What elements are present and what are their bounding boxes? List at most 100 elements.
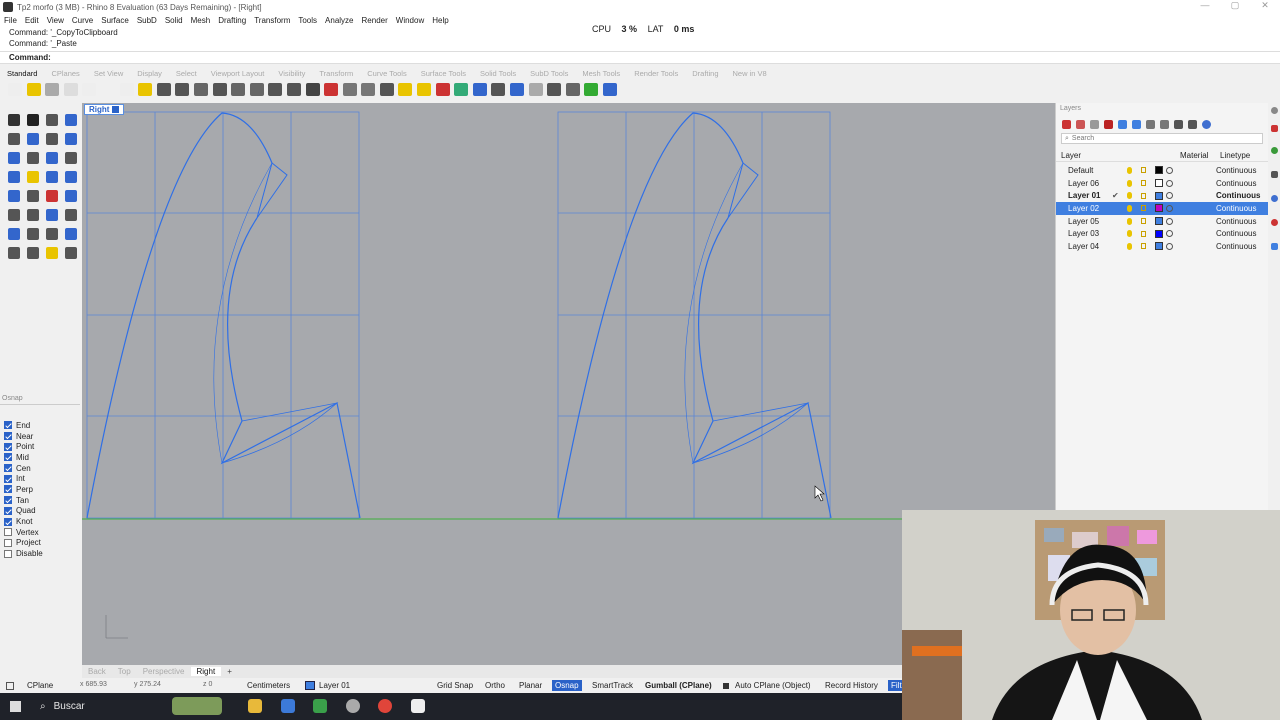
- dimension-icon[interactable]: [27, 228, 39, 240]
- print-icon[interactable]: [63, 82, 78, 96]
- document-icon[interactable]: [584, 82, 599, 96]
- grid-view-icon[interactable]: [1174, 120, 1183, 129]
- visibility-bulb-icon[interactable]: [1127, 217, 1132, 225]
- move-down-icon[interactable]: [1132, 120, 1141, 129]
- visibility-bulb-icon[interactable]: [1127, 242, 1132, 250]
- osnap-option[interactable]: End: [4, 420, 80, 431]
- close-button[interactable]: ✕: [1250, 0, 1280, 11]
- circle-icon[interactable]: [8, 133, 20, 145]
- cylinder-icon[interactable]: [8, 190, 20, 202]
- settings-icon[interactable]: [1271, 107, 1278, 114]
- osnap-checkbox[interactable]: [4, 464, 12, 473]
- material-icon[interactable]: [1166, 217, 1173, 225]
- maximize-button[interactable]: ▢: [1220, 0, 1250, 11]
- osnap-checkbox[interactable]: [4, 474, 12, 483]
- layer-color-swatch[interactable]: [1155, 179, 1163, 188]
- command-prompt[interactable]: Command:: [0, 51, 1280, 64]
- ellipse-icon[interactable]: [27, 133, 39, 145]
- osnap-checkbox[interactable]: [4, 442, 12, 451]
- toolbar-tab[interactable]: Standard: [0, 69, 44, 78]
- toolbar-tab[interactable]: Transform: [312, 69, 360, 78]
- display-tab-icon[interactable]: [1271, 171, 1278, 178]
- minimize-button[interactable]: —: [1190, 0, 1220, 11]
- filter-icon[interactable]: [1160, 120, 1169, 129]
- weather-widget-icon[interactable]: [172, 697, 222, 715]
- layer-linetype[interactable]: Continuous: [1216, 179, 1256, 188]
- viewport-tab[interactable]: Top: [112, 667, 137, 676]
- redo-icon[interactable]: [175, 82, 190, 96]
- material-icon[interactable]: [1166, 179, 1173, 187]
- layer-linetype[interactable]: Continuous: [1216, 217, 1256, 226]
- viewport-title-tab[interactable]: Right: [84, 104, 125, 115]
- column-linetype[interactable]: Linetype: [1220, 151, 1250, 160]
- toolbar-tab[interactable]: Drafting: [685, 69, 725, 78]
- light-icon[interactable]: [417, 82, 432, 96]
- layer-linetype[interactable]: Continuous: [1216, 229, 1256, 238]
- material-icon[interactable]: [1166, 166, 1173, 174]
- new-layer-icon[interactable]: [1062, 120, 1071, 129]
- layer-row[interactable]: Layer 06 Continuous: [1056, 177, 1268, 190]
- toolbar-tab[interactable]: New in V8: [726, 69, 774, 78]
- copy-object-icon[interactable]: [361, 82, 376, 96]
- lock-icon[interactable]: [1141, 205, 1146, 212]
- osnap-toggle[interactable]: Osnap: [552, 680, 582, 691]
- zoom-selected-icon[interactable]: [286, 82, 301, 96]
- group-icon[interactable]: [46, 247, 58, 259]
- add-viewport-icon[interactable]: +: [221, 667, 238, 676]
- trim-icon[interactable]: [27, 209, 39, 221]
- materials-tab-icon[interactable]: [1271, 243, 1278, 250]
- osnap-checkbox[interactable]: [4, 517, 12, 526]
- layer-row[interactable]: Layer 01 ✔ Continuous: [1056, 189, 1268, 202]
- osnap-checkbox[interactable]: [4, 453, 12, 462]
- layer-row[interactable]: Layer 03 Continuous: [1056, 227, 1268, 240]
- paste-icon[interactable]: [138, 82, 153, 96]
- import-icon[interactable]: [82, 82, 97, 96]
- gumball-toggle[interactable]: Gumball (CPlane): [645, 681, 712, 690]
- rotate-view-icon[interactable]: [212, 82, 227, 96]
- render-icon[interactable]: [435, 82, 450, 96]
- text-icon[interactable]: [8, 228, 20, 240]
- cone-icon[interactable]: [27, 190, 39, 202]
- toolbar-tab[interactable]: CPlanes: [44, 69, 86, 78]
- osnap-checkbox[interactable]: [4, 496, 12, 505]
- material-icon[interactable]: [454, 82, 469, 96]
- material-icon[interactable]: [1166, 192, 1173, 200]
- list-view-icon[interactable]: [1188, 120, 1197, 129]
- layer-linetype[interactable]: Continuous: [1216, 166, 1256, 175]
- viewport-tab[interactable]: Perspective: [137, 667, 191, 676]
- layer-color-swatch[interactable]: [1155, 217, 1163, 226]
- shaded-icon[interactable]: [510, 82, 525, 96]
- auto-cplane-toggle[interactable]: Auto CPlane (Object): [735, 681, 811, 690]
- status-layer[interactable]: Layer 01: [319, 681, 350, 690]
- polyline-icon[interactable]: [46, 114, 58, 126]
- menu-item[interactable]: Curve: [68, 16, 97, 25]
- lock-icon[interactable]: [1141, 167, 1146, 174]
- layer-color-swatch[interactable]: [1155, 229, 1163, 238]
- save-icon[interactable]: [45, 82, 60, 96]
- menu-item[interactable]: Mesh: [187, 16, 215, 25]
- properties-tab-icon[interactable]: [1271, 147, 1278, 154]
- status-units[interactable]: Centimeters: [247, 681, 290, 690]
- toolbar-tab[interactable]: Surface Tools: [414, 69, 473, 78]
- menu-item[interactable]: Analyze: [321, 16, 357, 25]
- display-mode-icon[interactable]: [472, 82, 487, 96]
- settings-icon[interactable]: [547, 82, 562, 96]
- osnap-checkbox[interactable]: [4, 485, 12, 494]
- help-icon[interactable]: [603, 82, 617, 96]
- zoom-extents-icon[interactable]: [268, 82, 283, 96]
- undo-icon[interactable]: [156, 82, 171, 96]
- lock-icon[interactable]: [1141, 243, 1146, 250]
- toolbar-tab[interactable]: Render Tools: [627, 69, 685, 78]
- menu-item[interactable]: Edit: [21, 16, 43, 25]
- rendered-view-icon[interactable]: [491, 82, 506, 96]
- check-icon[interactable]: [27, 247, 39, 259]
- viewport-tab[interactable]: Back: [82, 667, 112, 676]
- toolbar-tab[interactable]: Display: [130, 69, 169, 78]
- menu-item[interactable]: File: [0, 16, 21, 25]
- move-icon[interactable]: [342, 82, 357, 96]
- select-icon[interactable]: [8, 114, 20, 126]
- osnap-option[interactable]: Perp: [4, 484, 80, 495]
- osnap-option[interactable]: Vertex: [4, 527, 80, 538]
- osnap-checkbox[interactable]: [4, 421, 12, 430]
- sphere-icon[interactable]: [65, 171, 77, 183]
